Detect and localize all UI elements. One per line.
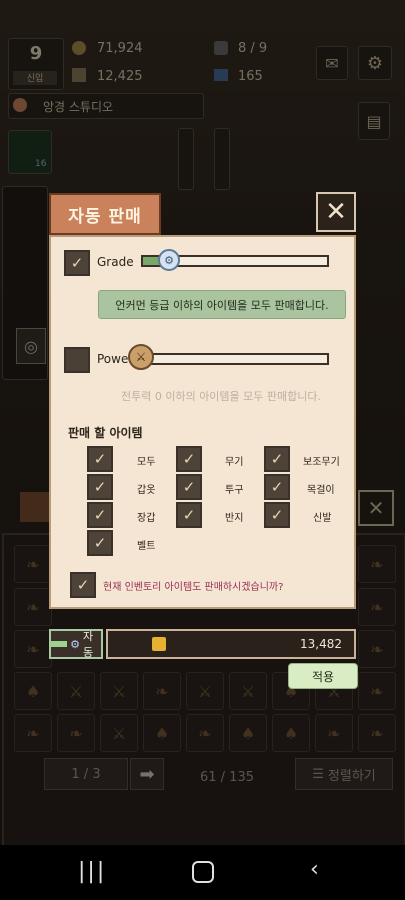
auto-sell-dialog: ✓ Grade ⚙ 언커먼 등급 이하의 아이템을 모두 판매합니다. Powe… <box>49 235 356 609</box>
item-label-ring: 반지 <box>225 513 244 524</box>
auto-toggle-bar <box>51 641 68 647</box>
home-icon[interactable] <box>192 861 214 883</box>
back-icon[interactable]: ‹ <box>310 857 319 882</box>
gold-stack-icon <box>152 637 166 651</box>
grade-label: Grade <box>97 255 134 269</box>
item-label-armor: 갑옷 <box>137 485 156 496</box>
items-section-title: 판매 할 아이템 <box>68 426 143 440</box>
item-checkbox-shoes[interactable]: ✓ <box>264 502 290 528</box>
item-label-belt: 벨트 <box>137 541 156 552</box>
item-checkbox-all[interactable]: ✓ <box>87 446 113 472</box>
item-label-necklace: 목걸이 <box>307 485 335 496</box>
item-label-weapon: 무기 <box>225 457 244 468</box>
item-checkbox-necklace[interactable]: ✓ <box>264 474 290 500</box>
power-slider[interactable] <box>141 353 329 365</box>
item-checkbox-helmet[interactable]: ✓ <box>176 474 202 500</box>
grade-info-text: 언커먼 등급 이하의 아이템을 모두 판매합니다. <box>98 290 346 319</box>
item-checkbox-belt[interactable]: ✓ <box>87 530 113 556</box>
item-label-subweapon: 보조무기 <box>303 457 340 468</box>
inventory-sell-checkbox[interactable]: ✓ <box>70 572 96 598</box>
auto-toggle-button[interactable]: ⚙ 자동 <box>49 629 103 659</box>
item-label-all: 모두 <box>137 457 156 468</box>
dialog-close-icon[interactable]: ✕ <box>316 192 356 232</box>
auto-label: 자동 <box>82 630 94 659</box>
power-checkbox[interactable] <box>64 347 90 373</box>
grade-checkbox[interactable]: ✓ <box>64 250 90 276</box>
apply-button[interactable]: 적용 <box>288 663 358 689</box>
power-info-text: 전투력 0 이하의 아이템을 모두 판매합니다. <box>120 390 322 403</box>
item-label-gloves: 장갑 <box>137 513 156 524</box>
item-checkbox-armor[interactable]: ✓ <box>87 474 113 500</box>
item-label-shoes: 신발 <box>313 513 332 524</box>
recent-apps-icon[interactable]: ||| <box>78 859 106 884</box>
system-navigation-bar: ||| ‹ <box>0 845 405 900</box>
power-slider-sword-icon[interactable]: ⚔ <box>128 344 154 370</box>
item-checkbox-weapon[interactable]: ✓ <box>176 446 202 472</box>
sell-gold-bar: 13,482 <box>106 629 356 659</box>
inventory-sell-confirm-text: 현재 인벤토리 아이템도 판매하시겠습니까? <box>103 582 284 593</box>
item-checkbox-subweapon[interactable]: ✓ <box>264 446 290 472</box>
grade-slider-gear-icon[interactable]: ⚙ <box>158 249 180 271</box>
item-label-helmet: 투구 <box>225 485 244 496</box>
item-checkbox-ring[interactable]: ✓ <box>176 502 202 528</box>
dialog-title-tab: 자동 판매 <box>49 193 161 235</box>
gold-amount: 13,482 <box>300 637 342 651</box>
auto-gear-icon: ⚙ <box>70 637 80 651</box>
item-checkbox-gloves[interactable]: ✓ <box>87 502 113 528</box>
